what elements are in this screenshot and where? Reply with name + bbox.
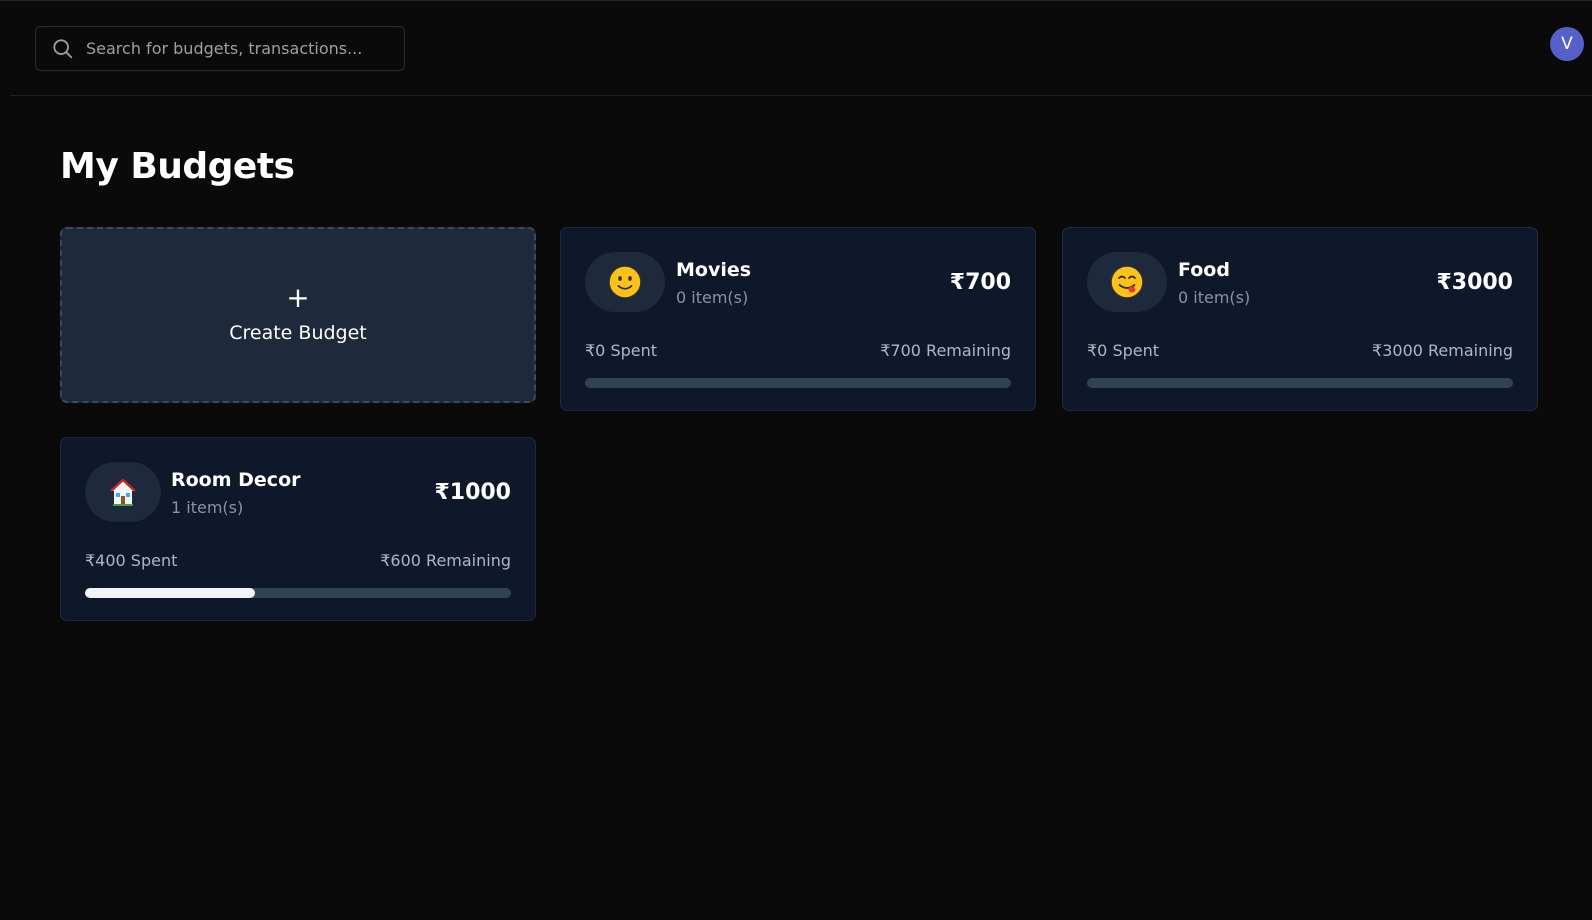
- budget-name: Food: [1178, 259, 1230, 281]
- budget-icon-container: [1087, 252, 1167, 312]
- budget-remaining: ₹600 Remaining: [380, 551, 511, 570]
- house-emoji-icon: [110, 478, 136, 506]
- budget-remaining: ₹3000 Remaining: [1372, 341, 1513, 360]
- budget-spent: ₹0 Spent: [585, 341, 658, 360]
- budget-item-count: 0 item(s): [1178, 288, 1251, 307]
- create-budget-card[interactable]: + Create Budget: [60, 227, 536, 403]
- top-header: V: [10, 1, 1592, 96]
- budget-name: Movies: [676, 259, 752, 281]
- progress-bar: [585, 378, 1011, 388]
- budget-spent: ₹0 Spent: [1087, 341, 1160, 360]
- budget-spent: ₹400 Spent: [85, 551, 178, 570]
- search-input[interactable]: [86, 33, 386, 64]
- user-avatar[interactable]: V: [1550, 27, 1584, 61]
- create-budget-label: Create Budget: [229, 322, 367, 344]
- budget-card-movies[interactable]: Movies 0 item(s) ₹700 ₹0 Spent ₹700 Rema…: [560, 227, 1036, 411]
- budget-amount: ₹700: [949, 270, 1011, 295]
- budget-icon-container: [585, 252, 665, 312]
- budget-amount: ₹1000: [434, 480, 511, 505]
- budget-card-food[interactable]: Food 0 item(s) ₹3000 ₹0 Spent ₹3000 Rema…: [1062, 227, 1538, 411]
- plus-icon: +: [286, 281, 310, 314]
- budget-item-count: 1 item(s): [171, 498, 244, 517]
- face-savoring-food-emoji-icon: [1110, 265, 1144, 299]
- progress-bar: [1087, 378, 1513, 388]
- page-title: My Budgets: [60, 146, 295, 187]
- progress-bar: [85, 588, 511, 598]
- search-icon: [53, 38, 73, 58]
- slightly-smiling-face-emoji-icon: [608, 265, 642, 299]
- budget-name: Room Decor: [171, 469, 301, 491]
- budget-item-count: 0 item(s): [676, 288, 749, 307]
- budget-icon-container: [85, 462, 161, 522]
- budget-remaining: ₹700 Remaining: [880, 341, 1011, 360]
- search-bar[interactable]: [35, 26, 405, 71]
- progress-fill: [85, 588, 256, 598]
- budget-card-room-decor[interactable]: Room Decor 1 item(s) ₹1000 ₹400 Spent ₹6…: [60, 437, 536, 621]
- budget-amount: ₹3000: [1436, 270, 1513, 295]
